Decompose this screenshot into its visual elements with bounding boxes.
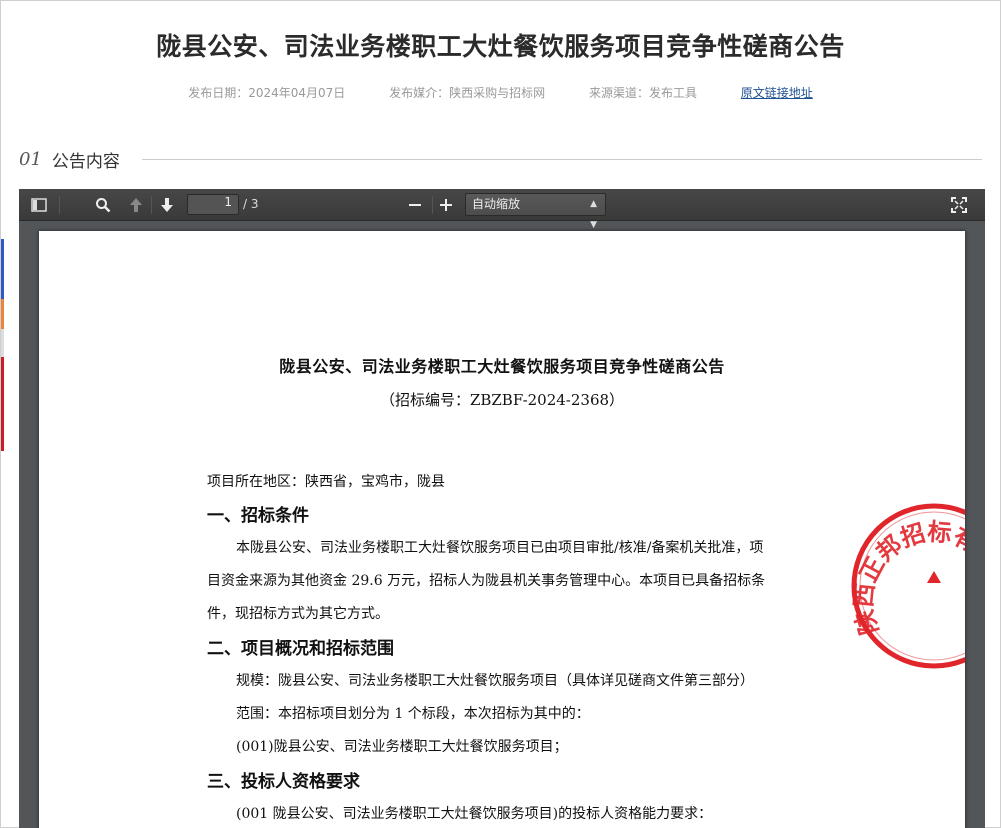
doc-title: 陇县公安、司法业务楼职工大灶餐饮服务项目竞争性磋商公告 xyxy=(279,357,725,376)
toolbar-separator xyxy=(432,196,433,214)
toolbar-separator xyxy=(59,196,60,214)
original-link[interactable]: 原文链接地址 xyxy=(741,86,813,100)
left-edge-strip xyxy=(1,329,4,357)
sidebar-toggle-icon[interactable] xyxy=(27,194,51,216)
doc-text-line: 本陇县公安、司法业务楼职工大灶餐饮服务项目已由项目审批/核准/备案机关批准，项 xyxy=(236,540,764,556)
doc-region: 项目所在地区：陕西省，宝鸡市，陇县 xyxy=(207,474,445,490)
doc-text-line: 目资金来源为其他资金 29.6 万元，招标人为陇县机关事务管理中心。本项目已具备… xyxy=(207,573,766,589)
section-divider xyxy=(141,158,982,160)
doc-heading-1: 一、招标条件 xyxy=(207,506,309,526)
page-number-input[interactable]: 1 xyxy=(187,194,239,215)
section-number: 01 xyxy=(19,148,42,170)
page-title: 陇县公安、司法业务楼职工大灶餐饮服务项目竞争性磋商公告 xyxy=(156,32,845,61)
publish-media: 发布媒介：陕西采购与招标网 xyxy=(389,86,546,100)
section-header: 01 公告内容 xyxy=(19,147,982,172)
left-edge-strip xyxy=(1,239,4,299)
zoom-value: 自动缩放 xyxy=(472,197,521,211)
left-edge-strip xyxy=(1,299,4,329)
meta-bar: 发布日期：2024年04月07日 发布媒介：陕西采购与招标网 来源渠道：发布工具… xyxy=(1,84,1000,101)
chevron-updown-icon: ▲ ▼ xyxy=(590,199,597,230)
seal-text: 陕西正邦招标有 xyxy=(849,518,965,638)
minus-icon[interactable] xyxy=(403,194,427,216)
plus-icon[interactable] xyxy=(434,194,458,216)
doc-code: （招标编号：ZBZBF-2024-2368） xyxy=(379,391,625,409)
left-edge-strip xyxy=(1,357,4,451)
fullscreen-icon[interactable] xyxy=(947,194,971,216)
doc-heading-2: 二、项目概况和招标范围 xyxy=(207,639,394,659)
doc-text-line: 范围：本招标项目划分为 1 个标段，本次招标为其中的： xyxy=(236,706,590,722)
source-channel: 来源渠道：发布工具 xyxy=(588,86,697,100)
announcement-page: { "header": { "title": "陇县公安、司法业务楼职工大灶餐饮… xyxy=(0,0,1001,828)
doc-text-line: (001 陇县公安、司法业务楼职工大灶餐饮服务项目)的投标人资格能力要求： xyxy=(236,806,713,822)
arrow-down-icon[interactable] xyxy=(155,194,179,216)
page-count: / 3 xyxy=(243,197,259,211)
publish-date: 发布日期：2024年04月07日 xyxy=(188,86,346,100)
section-label: 公告内容 xyxy=(51,151,120,172)
pdf-toolbar: 1 / 3 自动缩放 ▲ ▼ xyxy=(19,189,985,230)
doc-text-line: 件，现招标方式为其它方式。 xyxy=(207,606,389,622)
search-icon[interactable] xyxy=(91,194,115,216)
zoom-select[interactable]: 自动缩放 ▲ ▼ xyxy=(465,193,606,230)
doc-text-line: (001)陇县公安、司法业务楼职工大灶餐饮服务项目； xyxy=(236,739,568,755)
arrow-up-icon[interactable] xyxy=(124,194,148,216)
doc-heading-3: 三、投标人资格要求 xyxy=(207,772,360,792)
pdf-viewer[interactable]: 1 / 3 自动缩放 ▲ ▼ 陇县公安、司法业务楼职工大灶餐饮服务项目竞争性磋商公… xyxy=(19,189,985,828)
toolbar-separator xyxy=(151,196,152,214)
pdf-page: 陇县公安、司法业务楼职工大灶餐饮服务项目竞争性磋商公告 （招标编号：ZBZBF-… xyxy=(39,231,965,828)
svg-text:陕西正邦招标有: 陕西正邦招标有 xyxy=(849,518,965,638)
doc-text-line: 规模：陇县公安、司法业务楼职工大灶餐饮服务项目（具体详见磋商文件第三部分） xyxy=(236,673,754,689)
company-seal: 陕西正邦招标有 xyxy=(849,503,965,669)
